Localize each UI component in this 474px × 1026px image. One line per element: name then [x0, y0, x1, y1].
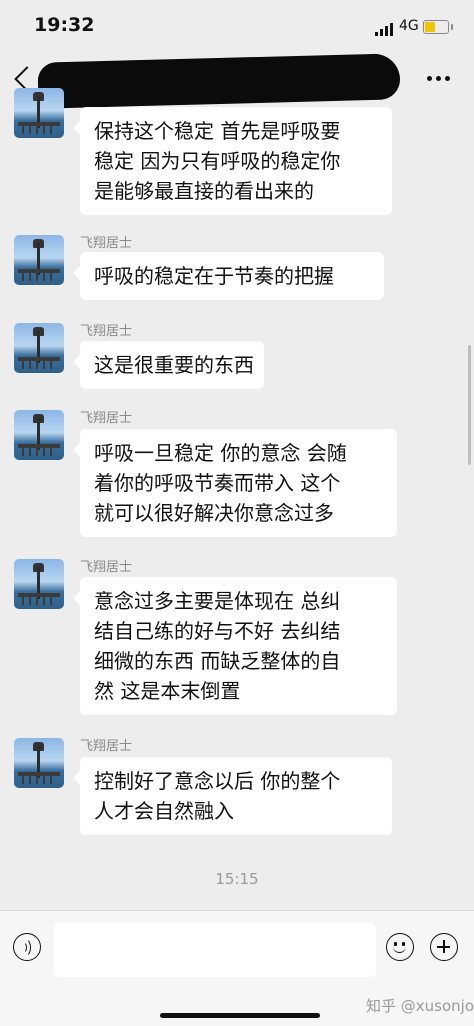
- status-bar: 19:32 4G: [0, 0, 474, 56]
- battery-icon: [423, 20, 453, 34]
- avatar[interactable]: [14, 235, 64, 285]
- message-line: 细微的东西 而缺乏整体的自: [94, 649, 341, 673]
- more-options-icon[interactable]: [424, 74, 454, 84]
- message-bubble[interactable]: 呼吸一旦稳定 你的意念 会随 着你的呼吸节奏而带入 这个 就可以很好解决你意念过…: [73, 429, 397, 537]
- emoji-icon[interactable]: [386, 933, 414, 961]
- message-line: 着你的呼吸节奏而带入 这个: [94, 471, 341, 495]
- message-line: 结自己练的好与不好 去纠结: [94, 619, 341, 643]
- message-line: 是能够最直接的看出来的: [94, 179, 314, 203]
- message-line: 稳定 因为只有呼吸的稳定你: [94, 149, 341, 173]
- signal-icon: [375, 22, 395, 36]
- message-bubble[interactable]: 意念过多主要是体现在 总纠 结自己练的好与不好 去纠结 细微的东西 而缺乏整体的…: [73, 577, 397, 715]
- message-line: 保持这个稳定 首先是呼吸要: [94, 119, 341, 143]
- scrollbar[interactable]: [468, 345, 471, 465]
- sender-name: 飞翔居士: [80, 236, 133, 251]
- message-line: 人才会自然融入: [94, 799, 234, 823]
- add-more-icon[interactable]: [430, 933, 458, 961]
- sender-name: 飞翔居士: [80, 324, 133, 339]
- status-time: 19:32: [34, 14, 95, 36]
- sender-name: 飞翔居士: [80, 739, 133, 754]
- message-bubble[interactable]: 这是很重要的东西: [73, 341, 264, 389]
- message-line: 就可以很好解决你意念过多: [94, 501, 334, 525]
- input-bar: 知乎 @xusonjo: [0, 910, 474, 1026]
- message-bubble[interactable]: 呼吸的稳定在于节奏的把握: [73, 252, 384, 300]
- message-input[interactable]: [54, 923, 376, 977]
- home-indicator[interactable]: [160, 1013, 320, 1018]
- message-line: 意念过多主要是体现在 总纠: [94, 589, 341, 613]
- avatar[interactable]: [14, 559, 64, 609]
- message-line: 这是很重要的东西: [94, 353, 254, 377]
- watermark: 知乎 @xusonjo: [366, 997, 474, 1015]
- message-bubble[interactable]: 控制好了意念以后 你的整个 人才会自然融入: [73, 757, 392, 835]
- avatar[interactable]: [14, 88, 64, 138]
- message-line: 然 这是本末倒置: [94, 679, 241, 703]
- message-line: 呼吸一旦稳定 你的意念 会随: [94, 441, 347, 465]
- sender-name: 飞翔居士: [80, 560, 133, 575]
- network-label: 4G: [399, 18, 419, 34]
- sender-name: 飞翔居士: [80, 411, 133, 426]
- message-line: 控制好了意念以后 你的整个: [94, 769, 341, 793]
- voice-input-icon[interactable]: [13, 933, 41, 961]
- chat-header: [0, 53, 474, 109]
- avatar[interactable]: [14, 323, 64, 373]
- message-bubble[interactable]: 保持这个稳定 首先是呼吸要 稳定 因为只有呼吸的稳定你 是能够最直接的看出来的: [73, 107, 392, 215]
- avatar[interactable]: [14, 738, 64, 788]
- message-line: 呼吸的稳定在于节奏的把握: [94, 264, 334, 288]
- redacted-chat-title: [37, 53, 401, 109]
- avatar[interactable]: [14, 410, 64, 460]
- chat-timestamp: 15:15: [215, 870, 259, 888]
